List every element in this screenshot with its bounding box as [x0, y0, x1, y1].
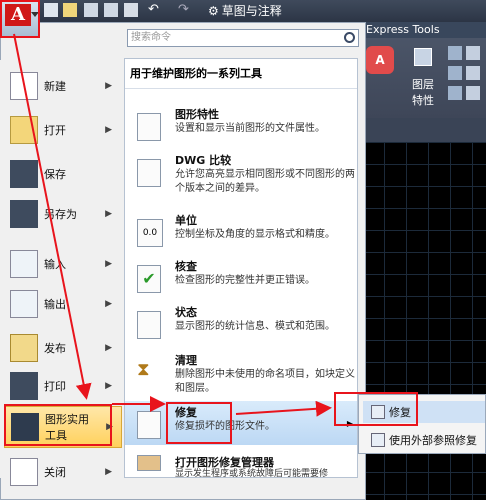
submenu-item-units[interactable]: 0.0 单位 控制坐标及角度的显示格式和精度。: [125, 209, 357, 259]
tab-express-tools[interactable]: Express Tools: [362, 22, 486, 38]
search-icon[interactable]: [344, 32, 355, 43]
submenu-item-status[interactable]: 状态 显示图形的统计信息、模式和范围。: [125, 301, 357, 351]
recover-icon: [137, 411, 161, 439]
text-style-icon[interactable]: A: [366, 46, 394, 74]
search-placeholder: 搜索命令: [131, 32, 171, 43]
menu-item-save-as[interactable]: 另存为 ▶: [10, 194, 120, 234]
submenu-item-drawing-properties[interactable]: 图形特性 设置和显示当前图形的文件属性。: [125, 103, 357, 153]
workspace-label: 草图与注释: [221, 4, 282, 18]
open-folder-icon[interactable]: [63, 3, 77, 17]
save-as-icon[interactable]: [104, 3, 118, 17]
submenu-item-purge[interactable]: ⧗ 清理 删除图形中未使用的命名项目，如块定义和图层。: [125, 349, 357, 397]
annotation-box-recover-flyout: [334, 392, 418, 426]
drawing-utilities-submenu: 用于维护图形的一系列工具 图形特性 设置和显示当前图形的文件属性。 DWG 比较允…: [124, 58, 358, 478]
submenu-item-recover[interactable]: 修复 修复损坏的图形文件。 ▶: [125, 401, 357, 445]
new-icon: [10, 72, 38, 100]
menu-item-new[interactable]: 新建 ▶: [10, 66, 120, 106]
print-icon[interactable]: [124, 3, 138, 17]
menu-item-close[interactable]: 关闭 ▶: [10, 452, 120, 492]
submenu-item-audit[interactable]: ✔ 核查 检查图形的完整性并更正错误。: [125, 255, 357, 305]
submenu-title: 用于维护图形的一系列工具: [125, 59, 357, 89]
export-icon: [10, 290, 38, 318]
menu-item-import[interactable]: 输入 ▶: [10, 244, 120, 284]
ribbon-tool-icon[interactable]: [448, 46, 462, 60]
printer-icon: [10, 372, 38, 400]
properties-icon: [137, 113, 161, 141]
publish-icon: [10, 334, 38, 362]
flyout-item-recover-with-xrefs[interactable]: 使用外部参照修复: [363, 429, 485, 451]
gear-icon: ⚙: [208, 3, 219, 18]
search-input[interactable]: 搜索命令: [127, 29, 359, 47]
submenu-item-dwg-compare[interactable]: DWG 比较 允许您高亮显示相同图形或不同图形的两个版本之间的差异。: [125, 149, 357, 205]
ribbon-tool-icon[interactable]: [448, 66, 462, 80]
menu-item-publish[interactable]: 发布 ▶: [10, 328, 120, 368]
workspace-switcher[interactable]: ⚙ 草图与注释: [208, 2, 282, 19]
status-chart-icon: [137, 311, 161, 339]
layer-properties-icon: [414, 48, 432, 66]
ribbon-tool-icon[interactable]: [448, 86, 462, 100]
undo-icon[interactable]: ↶: [148, 3, 162, 17]
save-icon: [10, 160, 38, 188]
annotation-box-app-button: [0, 0, 40, 38]
submenu-item-recovery-manager[interactable]: 打开图形修复管理器 显示发生程序或系统故障后可能需要修: [125, 451, 357, 479]
xref-recover-icon: [371, 433, 385, 447]
close-icon: [10, 458, 38, 486]
checkmark-icon: ✔: [137, 265, 161, 293]
save-as-icon: [10, 200, 38, 228]
menu-item-print[interactable]: 打印 ▶: [10, 366, 120, 406]
quick-access-toolbar: ↶ ↷ ⚙ 草图与注释: [0, 0, 486, 22]
save-icon[interactable]: [84, 3, 98, 17]
annotation-box-recover: [166, 402, 232, 444]
annotation-box-drawing-utilities: [4, 404, 112, 446]
folder-icon: [10, 116, 38, 144]
menu-item-open[interactable]: 打开 ▶: [10, 110, 120, 150]
import-icon: [10, 250, 38, 278]
recovery-manager-icon: [137, 455, 161, 471]
ribbon-panel: 图层 特性 A: [362, 38, 486, 118]
compare-icon: [137, 159, 161, 187]
ribbon-tool-icon[interactable]: [466, 46, 480, 60]
ribbon-tool-icon[interactable]: [466, 86, 480, 100]
broom-icon: ⧗: [137, 359, 150, 380]
ribbon-tool-icon[interactable]: [466, 66, 480, 80]
menu-item-export[interactable]: 输出 ▶: [10, 284, 120, 324]
units-icon: 0.0: [137, 219, 163, 247]
new-file-icon[interactable]: [44, 3, 58, 17]
redo-icon[interactable]: ↷: [178, 3, 192, 17]
menu-item-save[interactable]: 保存: [10, 154, 120, 194]
